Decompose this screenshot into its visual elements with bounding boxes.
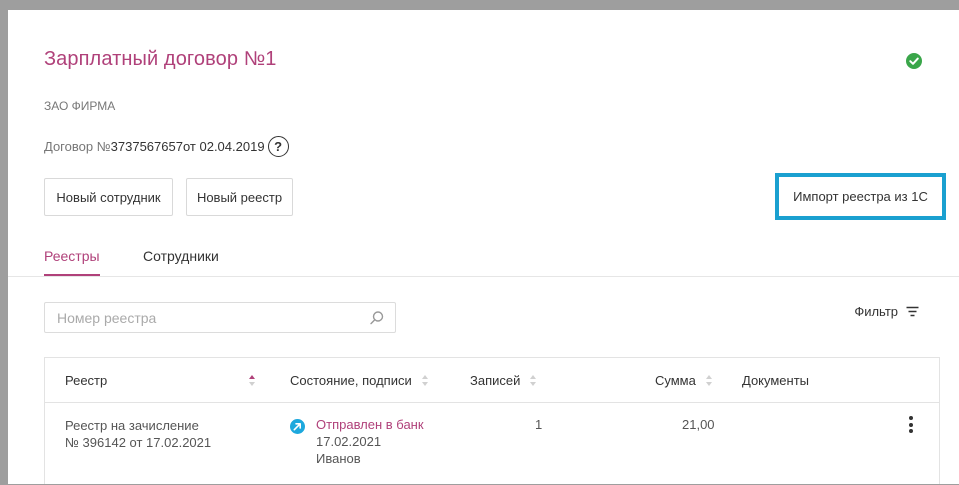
tabs: Реестры Сотрудники <box>8 246 959 277</box>
search-box <box>44 302 396 333</box>
column-registry[interactable]: Реестр <box>65 373 256 388</box>
column-amount[interactable]: Сумма <box>655 373 712 388</box>
state-cell: Отправлен в банк 17.02.2021 Иванов <box>316 416 424 467</box>
column-records[interactable]: Записей <box>470 373 537 388</box>
new-employee-button[interactable]: Новый сотрудник <box>44 178 173 216</box>
contract-panel: Зарплатный договор №1 ЗАО ФИРМА Договор … <box>8 10 959 484</box>
column-amount-label: Сумма <box>655 373 696 388</box>
filter-label: Фильтр <box>854 304 898 319</box>
sort-icon[interactable] <box>705 375 712 386</box>
amount-value: 21,00 <box>682 417 715 432</box>
sort-icon[interactable] <box>530 375 537 386</box>
column-documents-label: Документы <box>742 373 810 388</box>
contract-info: Договор № 3737567657 от 02.04.2019 ? <box>44 136 289 157</box>
search-icon[interactable] <box>369 310 385 326</box>
column-registry-label: Реестр <box>65 373 108 388</box>
sort-icon[interactable] <box>249 375 256 386</box>
arrow-sent-icon <box>290 419 305 434</box>
contract-number: 3737567657 <box>110 139 183 154</box>
import-1c-button[interactable]: Импорт реестра из 1С <box>775 173 946 220</box>
registry-title: Реестр на зачисление <box>65 418 199 433</box>
column-state[interactable]: Состояние, подписи <box>290 373 428 388</box>
signer-name: Иванов <box>316 451 361 466</box>
column-records-label: Записей <box>470 373 521 388</box>
help-icon[interactable]: ? <box>267 136 289 157</box>
table-header: Реестр Состояние, подписи Записей Сумма … <box>45 358 939 403</box>
contract-date: от 02.04.2019 <box>182 139 265 154</box>
column-state-label: Состояние, подписи <box>290 373 412 388</box>
new-registry-button[interactable]: Новый реестр <box>186 178 293 216</box>
page-title: Зарплатный договор №1 <box>44 48 277 70</box>
column-documents: Документы <box>742 373 809 388</box>
table-row[interactable]: Реестр на зачисление № 396142 от 17.02.2… <box>45 403 939 485</box>
records-count: 1 <box>535 417 543 432</box>
check-circle-icon <box>906 53 922 69</box>
registry-name: Реестр на зачисление № 396142 от 17.02.2… <box>65 417 211 451</box>
state-label[interactable]: Отправлен в банк <box>316 416 424 433</box>
filter-button[interactable]: Фильтр <box>854 304 919 319</box>
contract-prefix: Договор № <box>44 139 111 154</box>
tab-registries[interactable]: Реестры <box>44 248 100 276</box>
registries-table: Реестр Состояние, подписи Записей Сумма … <box>44 357 940 484</box>
filter-icon <box>906 306 919 317</box>
search-input[interactable] <box>45 303 357 332</box>
more-vertical-icon[interactable] <box>905 416 917 436</box>
company-name: ЗАО ФИРМА <box>44 99 116 113</box>
state-date: 17.02.2021 <box>316 434 382 449</box>
tab-employees[interactable]: Сотрудники <box>143 248 219 264</box>
sort-icon[interactable] <box>421 375 428 386</box>
registry-number: № 396142 от 17.02.2021 <box>65 435 212 450</box>
